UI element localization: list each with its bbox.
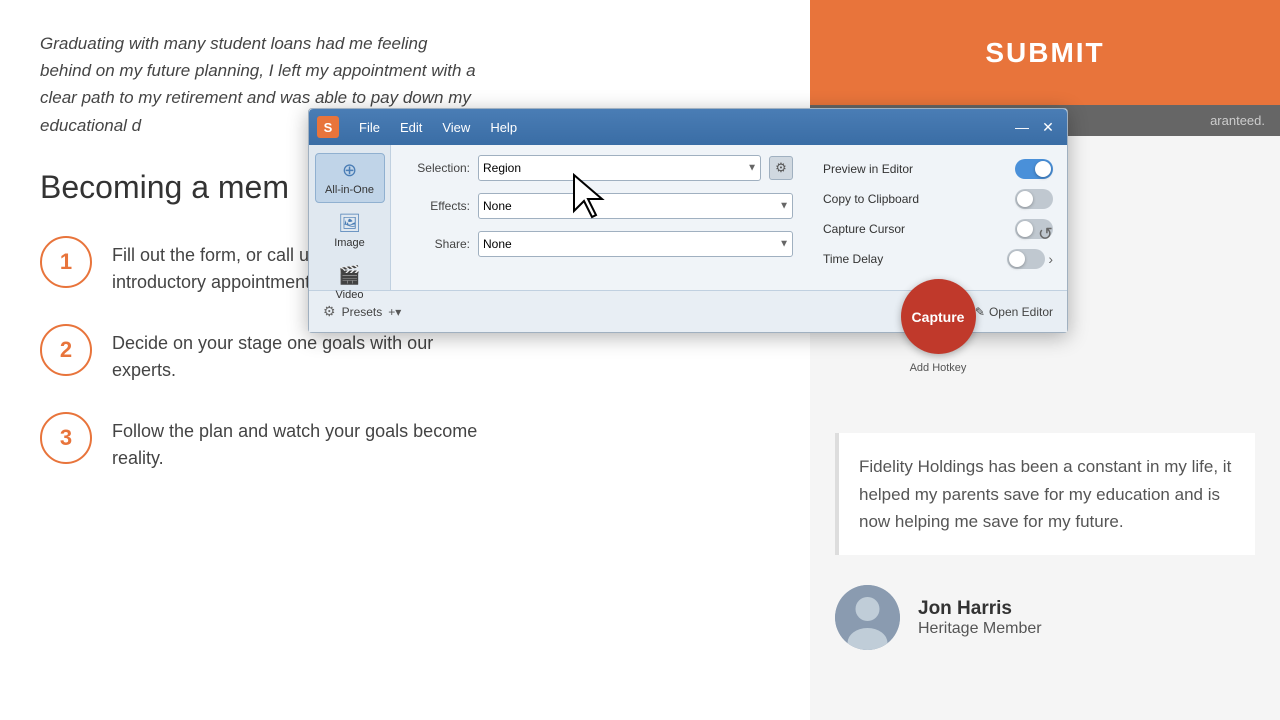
selection-select-wrapper: Region Window Full Screen ▼ (478, 155, 761, 181)
step-number-3: 3 (60, 425, 72, 451)
submit-area: SUBMIT (810, 0, 1280, 105)
toggle-row-cursor: Capture Cursor (823, 219, 1053, 239)
selection-select[interactable]: Region Window Full Screen (478, 155, 761, 181)
toggle-timedelay[interactable] (1007, 249, 1045, 269)
sidebar-item-allinone[interactable]: ⊕ All-in-One (315, 153, 385, 203)
menu-file[interactable]: File (349, 116, 390, 139)
share-label: Share: (405, 237, 470, 251)
step-circle-1: 1 (40, 236, 92, 288)
add-preset-button[interactable]: +▾ (388, 305, 401, 319)
step-number-1: 1 (60, 249, 72, 275)
testimonial-quote: Fidelity Holdings has been a constant in… (835, 433, 1255, 555)
effects-row: Effects: None ▼ (405, 193, 793, 219)
snagit-sidebar: ⊕ All-in-One 🖼 Image 🎬 Video (309, 145, 391, 290)
image-icon: 🖼 (338, 213, 361, 234)
person-name: Jon Harris (918, 598, 1042, 620)
effects-select-wrapper: None ▼ (478, 193, 793, 219)
window-controls: — ✕ (1011, 116, 1059, 138)
toggle-knob-timedelay (1009, 251, 1025, 267)
step-text-3: Follow the plan and watch your goals bec… (112, 412, 492, 472)
presets-label: Presets (342, 305, 383, 319)
minimize-button[interactable]: — (1011, 116, 1033, 138)
video-icon: 🎬 (338, 265, 360, 286)
testimonial-person: Jon Harris Heritage Member (835, 585, 1255, 650)
guaranteed-text: aranteed. (1210, 113, 1265, 128)
share-row: Share: None ▼ (405, 231, 793, 257)
effects-select[interactable]: None (478, 193, 793, 219)
toggle-row-timedelay: Time Delay › (823, 249, 1053, 269)
toggle-label-cursor: Capture Cursor (823, 222, 1007, 236)
toggle-label-timedelay: Time Delay (823, 252, 999, 266)
snagit-right-panel: Preview in Editor Copy to Clipboard (823, 155, 1053, 280)
presets-gear-icon: ⚙ (323, 303, 336, 320)
toggle-clipboard[interactable] (1015, 189, 1053, 209)
allinone-icon: ⊕ (342, 160, 357, 181)
add-hotkey-label[interactable]: Add Hotkey (910, 362, 967, 374)
undo-icon[interactable]: ↺ (1038, 224, 1053, 245)
menu-edit[interactable]: Edit (390, 116, 432, 139)
quote-text: Fidelity Holdings has been a constant in… (859, 457, 1231, 530)
person-role: Heritage Member (918, 620, 1042, 638)
selection-label: Selection: (405, 161, 470, 175)
avatar (835, 585, 900, 650)
sidebar-item-video[interactable]: 🎬 Video (315, 259, 385, 307)
step-number-2: 2 (60, 337, 72, 363)
toggle-knob-cursor (1017, 221, 1033, 237)
capture-area: ↺ Capture Add Hotkey (823, 279, 1053, 374)
sidebar-label-allinone: All-in-One (325, 184, 374, 196)
menu-help[interactable]: Help (480, 116, 527, 139)
selection-gear-button[interactable]: ⚙ (769, 156, 793, 180)
sidebar-label-video: Video (336, 289, 364, 301)
timedelay-expand-icon[interactable]: › (1048, 251, 1053, 267)
effects-label: Effects: (405, 199, 470, 213)
share-select[interactable]: None (478, 231, 793, 257)
capture-button[interactable]: Capture (901, 279, 976, 354)
menu-view[interactable]: View (432, 116, 480, 139)
selection-row: Selection: Region Window Full Screen ▼ ⚙ (405, 155, 793, 181)
toggle-knob-clipboard (1017, 191, 1033, 207)
toggle-row-preview: Preview in Editor (823, 159, 1053, 179)
toggle-preview[interactable] (1015, 159, 1053, 179)
share-select-wrapper: None ▼ (478, 231, 793, 257)
toggle-label-clipboard: Copy to Clipboard (823, 192, 1007, 206)
snagit-main-panel: Selection: Region Window Full Screen ▼ ⚙… (391, 145, 1067, 290)
step-item-3: 3 Follow the plan and watch your goals b… (40, 412, 770, 472)
snagit-titlebar: S File Edit View Help — ✕ (309, 109, 1067, 145)
sidebar-label-image: Image (334, 237, 365, 249)
toggle-label-preview: Preview in Editor (823, 162, 1007, 176)
snagit-left-panel: Selection: Region Window Full Screen ▼ ⚙… (405, 155, 793, 280)
step-circle-3: 3 (40, 412, 92, 464)
snagit-body: ⊕ All-in-One 🖼 Image 🎬 Video Selection: (309, 145, 1067, 290)
close-button[interactable]: ✕ (1037, 116, 1059, 138)
step-circle-2: 2 (40, 324, 92, 376)
presets-area: ⚙ Presets +▾ (323, 303, 401, 320)
person-info: Jon Harris Heritage Member (918, 598, 1042, 638)
sidebar-item-image[interactable]: 🖼 Image (315, 207, 385, 255)
toggle-row-clipboard: Copy to Clipboard (823, 189, 1053, 209)
snagit-window: S File Edit View Help — ✕ ⊕ All-in-One 🖼… (308, 108, 1068, 333)
submit-button[interactable]: SUBMIT (810, 0, 1280, 105)
toggle-knob-preview (1035, 161, 1051, 177)
snagit-menu: File Edit View Help (349, 116, 527, 139)
snagit-logo: S (317, 116, 339, 138)
